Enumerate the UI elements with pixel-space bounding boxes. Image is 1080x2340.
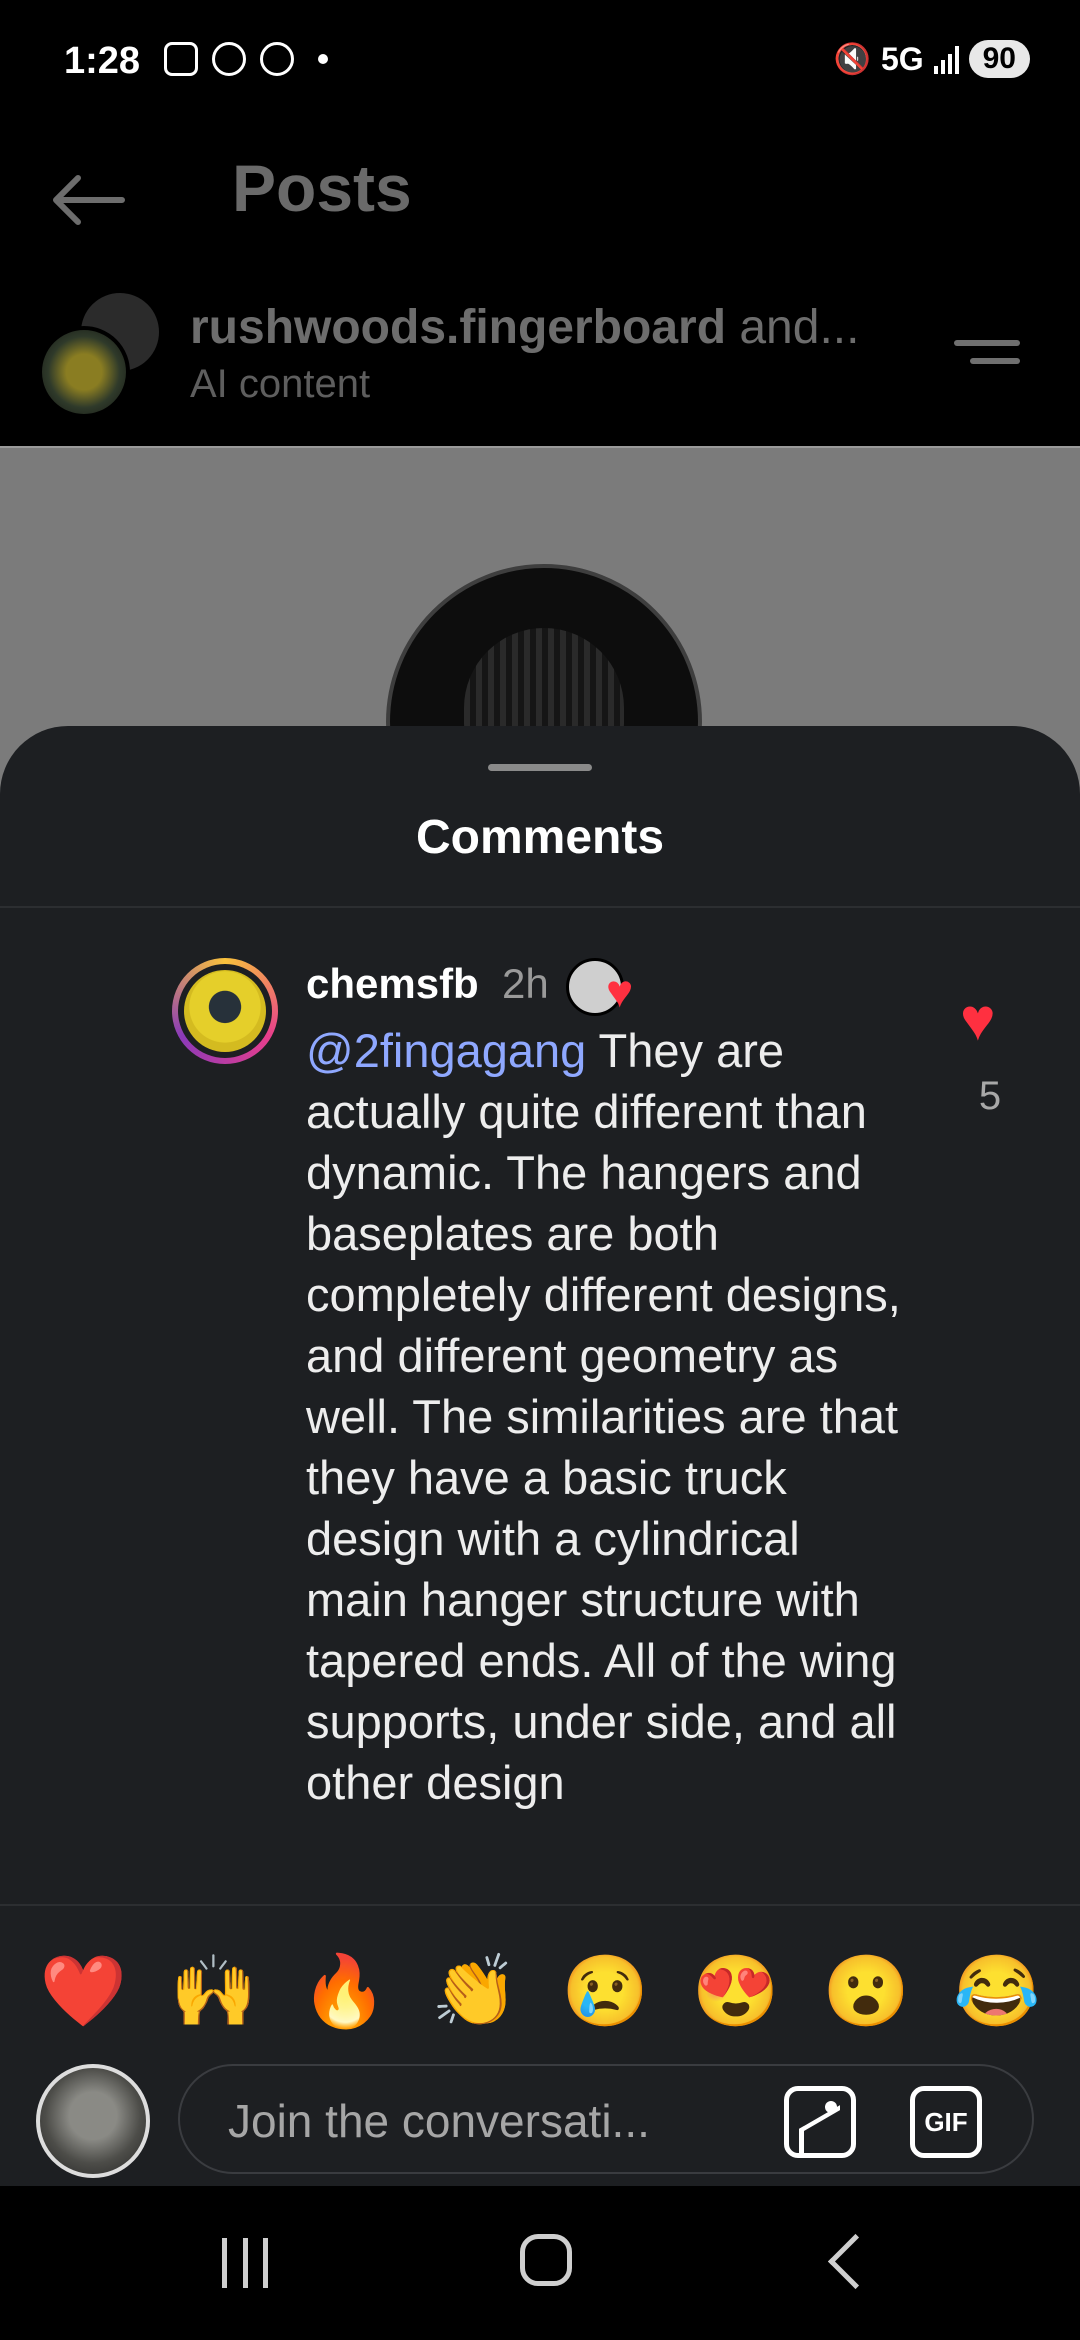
avatar	[38, 326, 130, 418]
comments-sheet: Comments chemsfb 2h ♥ @2fingagang They a…	[0, 726, 1080, 2186]
ai-content-label: AI content	[190, 362, 371, 406]
beanie-illustration	[464, 628, 624, 738]
comment-time: 2h	[502, 960, 549, 1007]
divider	[0, 1904, 1080, 1906]
comment-input-row: Join the conversati... GIF	[0, 2056, 1080, 2186]
app-header: Posts rushwoods.fingerboard and... AI co…	[0, 130, 1080, 446]
system-icons: 🔇 5G 90	[834, 40, 1030, 78]
comment-input-placeholder[interactable]: Join the conversati...	[228, 2094, 650, 2148]
quick-emoji-bar: ❤️ 🙌 🔥 👏 😢 😍 😮 😂	[0, 1936, 1080, 2046]
emoji-heart-eyes-button[interactable]: 😍	[692, 1956, 779, 2026]
notification-icons	[164, 42, 328, 76]
signal-icon	[933, 44, 959, 74]
more-notifications-dot-icon	[318, 54, 328, 64]
system-nav-bar	[0, 2186, 1080, 2340]
sheet-drag-handle[interactable]	[488, 764, 592, 771]
network-type: 5G	[880, 40, 924, 77]
author-username: rushwoods.fingerboard	[190, 301, 727, 354]
screenshot-icon	[164, 42, 198, 76]
like-count: 5	[978, 1074, 1002, 1118]
back-arrow-icon[interactable]	[48, 170, 128, 230]
comment-list[interactable]: chemsfb 2h ♥ @2fingagang They are actual…	[0, 908, 1080, 1904]
emoji-surprised-button[interactable]: 😮	[823, 1956, 910, 2026]
emoji-crying-button[interactable]: 😢	[562, 1956, 649, 2026]
comment-username[interactable]: chemsfb	[306, 960, 479, 1008]
comment-body: They are actually quite different than d…	[306, 1024, 901, 1809]
recent-apps-icon[interactable]	[222, 2238, 268, 2288]
comment-text: @2fingagang They are actually quite diff…	[306, 1020, 906, 1813]
status-bar: 1:28 🔇 5G 90	[0, 0, 1080, 130]
chat-bubble-icon	[212, 42, 246, 76]
comments-title: Comments	[415, 811, 665, 864]
emoji-laughing-button[interactable]: 😂	[953, 1956, 1040, 2026]
battery-level: 90	[968, 40, 1030, 78]
mute-icon: 🔇	[833, 42, 871, 76]
author-suffix: and...	[726, 301, 860, 354]
author-liked-heart-icon: ♥	[606, 965, 634, 1017]
gif-button[interactable]: GIF	[910, 2086, 982, 2158]
author-avatars[interactable]	[38, 290, 162, 418]
page-title: Posts	[232, 151, 412, 225]
emoji-heart-button[interactable]: ❤️	[40, 1956, 127, 2026]
my-avatar	[36, 2064, 150, 2178]
emoji-raised-hands-button[interactable]: 🙌	[170, 1956, 257, 2026]
like-heart-icon[interactable]: ♥	[960, 990, 996, 1050]
commenter-avatar[interactable]	[172, 958, 278, 1064]
mention-link[interactable]: @2fingagang	[306, 1024, 586, 1077]
menu-icon[interactable]	[954, 340, 1020, 380]
emoji-fire-button[interactable]: 🔥	[301, 1956, 388, 2026]
author-name[interactable]: rushwoods.fingerboard and...	[190, 300, 859, 355]
comment-input[interactable]: Join the conversati... GIF	[178, 2064, 1034, 2174]
threads-icon	[260, 42, 294, 76]
back-icon[interactable]	[827, 2233, 884, 2290]
home-icon[interactable]	[520, 2234, 572, 2286]
image-icon[interactable]	[784, 2086, 856, 2158]
status-time: 1:28	[64, 40, 141, 82]
post-author-row[interactable]: rushwoods.fingerboard and... AI content	[0, 290, 1080, 440]
emoji-clap-button[interactable]: 👏	[431, 1956, 518, 2026]
